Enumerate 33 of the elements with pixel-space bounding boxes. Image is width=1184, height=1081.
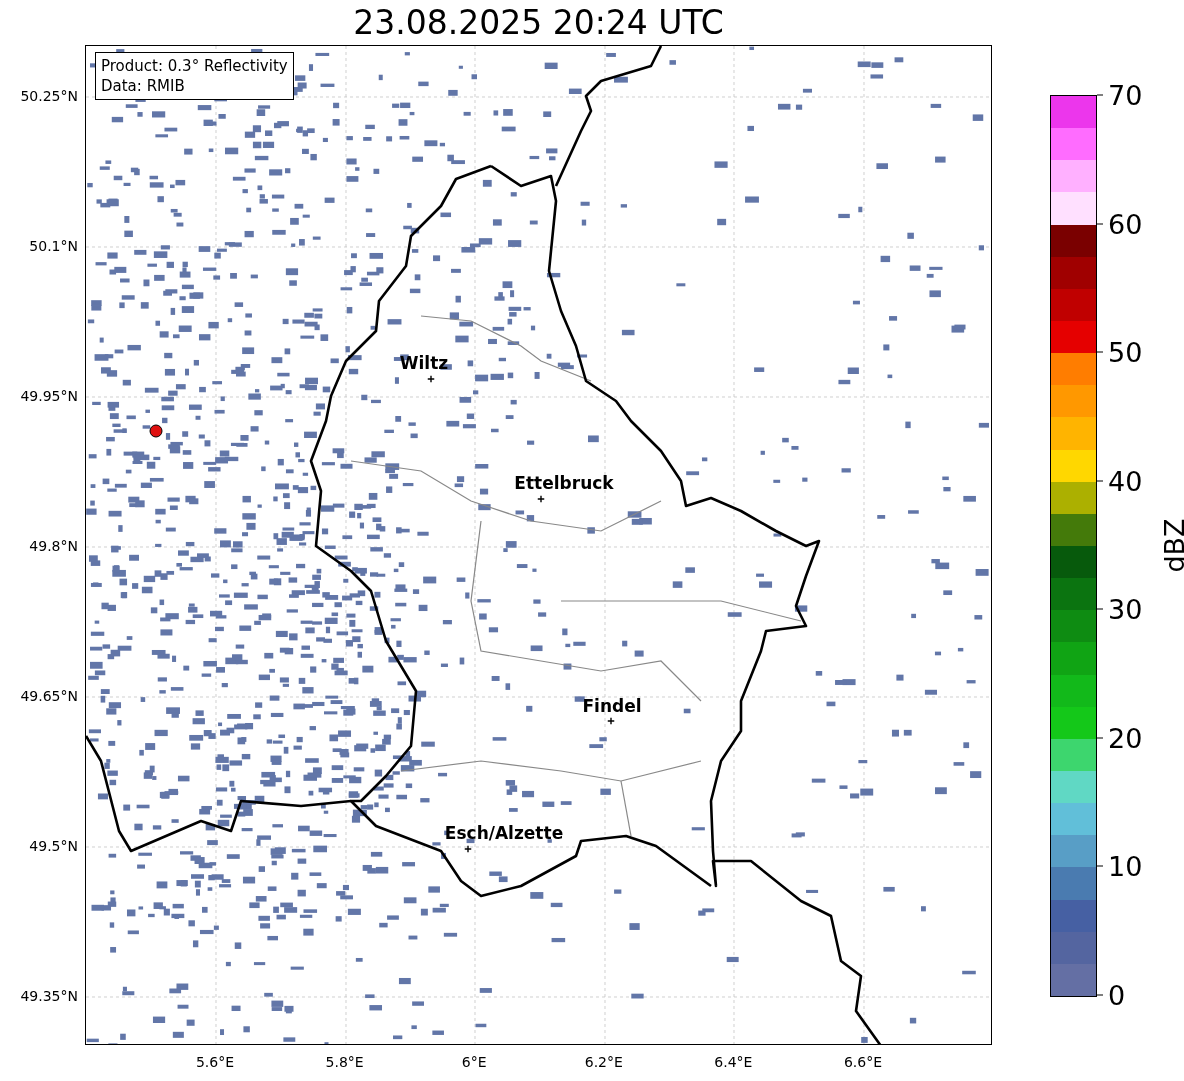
chart-title: 23.08.2025 20:24 UTC — [353, 3, 724, 42]
longitude-label: 6.4°E — [714, 1054, 753, 1070]
latitude-label: 49.65°N — [20, 688, 78, 704]
info-text: Product: 0.3° Reflectivity — [101, 56, 288, 76]
colorbar-tick-label: 70 — [1108, 79, 1143, 111]
latitude-label: 50.25°N — [20, 88, 78, 104]
city-marker-icon — [607, 717, 615, 725]
city-marker-icon — [537, 495, 545, 503]
longitude-label: 5.6°E — [195, 1054, 235, 1070]
colorbar-tick-label: 20 — [1108, 722, 1143, 754]
city-marker-icon — [427, 375, 435, 383]
latitude-label: 49.5°N — [29, 838, 78, 854]
longitude-label: 6.2°E — [584, 1054, 623, 1070]
info-text: Data: RMIB — [101, 76, 186, 96]
latitude-label: 49.95°N — [20, 388, 78, 404]
colorbar-label: dBZ — [1158, 517, 1184, 573]
longitude-label: 5.8°E — [325, 1054, 364, 1070]
city-label: Wiltz — [399, 353, 449, 373]
city-label: Ettelbruck — [514, 473, 614, 493]
colorbar-tick-label: 40 — [1108, 465, 1143, 497]
longitude-label: 6.6°E — [843, 1054, 883, 1070]
colorbar-tick-label: 30 — [1108, 593, 1143, 625]
latitude-label: 49.35°N — [20, 988, 78, 1004]
colorbar-tick-label: 60 — [1108, 208, 1143, 240]
colorbar-tick-label: 50 — [1108, 336, 1143, 368]
colorbar-tick-label: 10 — [1108, 850, 1143, 882]
latitude-label: 50.1°N — [29, 238, 78, 254]
colorbar-tick-label: 0 — [1108, 979, 1126, 1011]
latitude-label: 49.8°N — [29, 538, 78, 554]
longitude-label: 6°E — [461, 1054, 487, 1070]
city-marker-icon — [464, 845, 472, 853]
city-label: Esch/Alzette — [444, 823, 564, 843]
city-label: Findel — [582, 696, 642, 716]
